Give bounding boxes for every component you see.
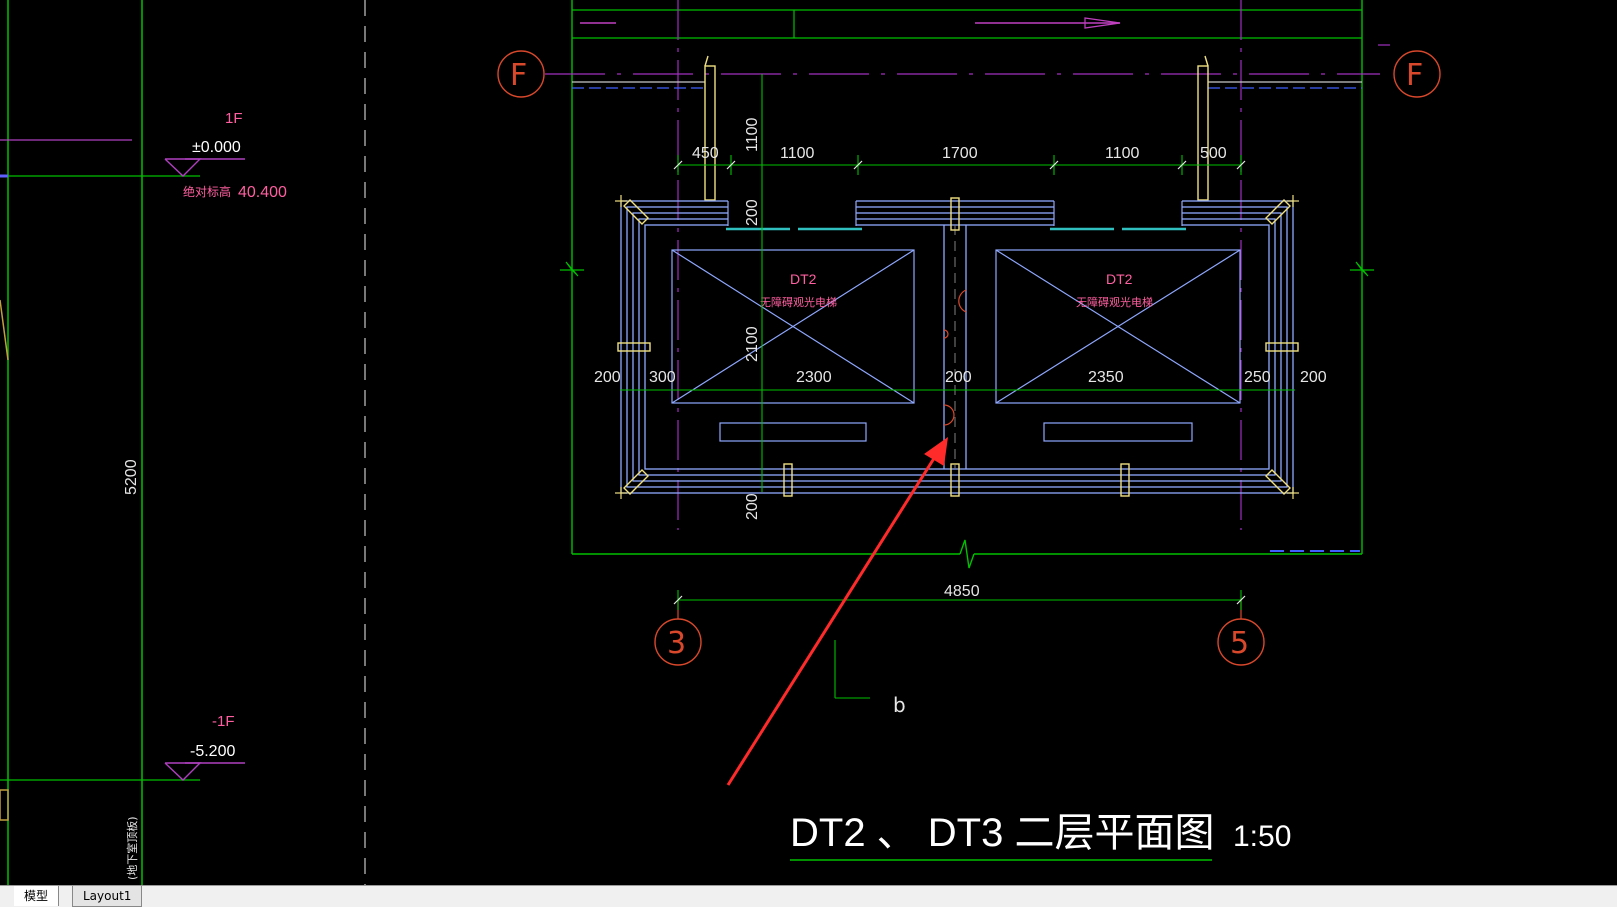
cad-drawing-canvas[interactable]: 1F ±0.000 绝对标高 40.400 -1F -5.200 5200 (地… [0, 0, 1617, 886]
grid-label-f-left: F [510, 58, 527, 93]
dim-top-5: 500 [1200, 145, 1227, 162]
plan-frame [560, 0, 1374, 569]
dim-mid-1: 200 [594, 369, 621, 386]
drawing-scale: 1:50 [1233, 820, 1291, 853]
drawing-title-block: DT2 、 DT3 二层平面图 1:50 [790, 811, 1291, 861]
dim-mid-6: 250 [1244, 369, 1271, 386]
grid-label-3: 3 [667, 626, 686, 661]
dim-overall: 4850 [944, 583, 980, 600]
elevator-code-right: DT2 [1106, 271, 1133, 287]
level-lower-value: -5.200 [190, 743, 235, 760]
dim-mid-7: 200 [1300, 369, 1327, 386]
dim-vertical-200-bottom: 200 [744, 493, 761, 520]
elevator-code-left: DT2 [790, 271, 817, 287]
dim-top-2: 1100 [780, 145, 815, 162]
height-dimension: 5200 [123, 459, 140, 495]
level-mark-lower [164, 762, 202, 781]
level-lower-name: -1F [212, 713, 235, 730]
dimension-lines [620, 74, 1295, 699]
dim-mid-2: 300 [649, 369, 676, 386]
grid-label-f-right: F [1406, 58, 1423, 93]
dim-top-1: 450 [692, 145, 719, 162]
side-note: (地下室顶板) [125, 816, 139, 880]
drawing-title: DT2 、 DT3 二层平面图 [790, 811, 1214, 855]
dim-top-4: 1100 [1105, 145, 1140, 162]
dim-top-3: 1700 [942, 145, 978, 162]
shaft-walls [620, 200, 1294, 494]
layout-tab-bar: 模型 Layout1 [0, 885, 1617, 907]
corner-markers [615, 195, 1299, 499]
tab-model[interactable]: 模型 [14, 886, 60, 906]
dim-mid-5: 2350 [1088, 369, 1124, 386]
dim-vertical-1100: 1100 [744, 117, 761, 152]
door-opening-right [1054, 200, 1182, 226]
entry-railings [572, 55, 1362, 201]
level-upper-value: ±0.000 [192, 139, 241, 156]
grid-label-5: 5 [1230, 626, 1249, 661]
absolute-elevation-value: 40.400 [238, 184, 287, 201]
tab-layout1[interactable]: Layout1 [72, 886, 143, 907]
elevator-desc-right: 无障碍观光电梯 [1076, 295, 1153, 309]
dim-vertical-2100: 2100 [744, 326, 761, 362]
dim-vertical-200-top: 200 [744, 199, 761, 226]
absolute-elevation-label: 绝对标高 [183, 184, 231, 199]
annotation-arrow [726, 437, 948, 786]
level-mark-upper [164, 158, 202, 177]
dim-mid-4: 200 [945, 369, 972, 386]
steel-posts [617, 197, 1299, 497]
elevator-desc-left: 无障碍观光电梯 [760, 295, 837, 309]
dim-mid-3: 2300 [796, 369, 832, 386]
level-upper-name: 1F [225, 110, 243, 127]
left-elevation-section: 1F ±0.000 绝对标高 40.400 -1F -5.200 5200 (地… [0, 0, 366, 886]
section-mark-label: b [893, 693, 906, 717]
